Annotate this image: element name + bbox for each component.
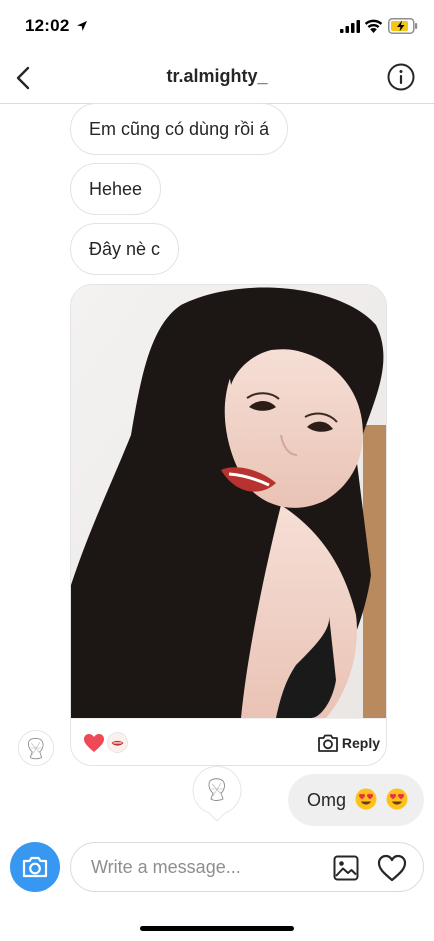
incoming-message[interactable]: Đây nè c [70,223,180,275]
status-bar: 12:02 [0,0,434,52]
camera-button[interactable] [10,842,60,892]
shared-photo[interactable] [71,285,387,718]
outgoing-message-text: Omg [307,790,347,810]
sender-avatar[interactable] [18,730,54,766]
reply-label: Reply [341,735,380,751]
seen-by-avatar [192,766,242,822]
reactor-avatar[interactable] [107,732,128,753]
heart-icon[interactable] [83,733,105,753]
heart-eyes-emoji [355,788,377,810]
incoming-message[interactable]: Hehee [70,163,162,215]
incoming-message[interactable]: Em cũng có dùng rồi á [70,103,289,155]
reply-button[interactable]: Reply [317,731,380,755]
home-indicator[interactable] [140,926,294,931]
info-icon[interactable] [387,63,415,91]
heart-eyes-emoji [386,788,408,810]
camera-icon [317,734,338,752]
camera-icon [22,856,48,878]
heart-outline-icon[interactable] [377,854,407,882]
battery-charging-icon [388,18,418,34]
signal-icon [340,20,360,33]
message-composer [70,842,424,892]
status-time: 12:02 [25,16,70,35]
outgoing-message[interactable]: Omg [288,774,424,826]
wifi-icon [364,19,383,33]
photo-footer: Reply [71,718,386,765]
chat-header: tr.almighty_ [0,52,434,104]
conversation-title[interactable]: tr.almighty_ [0,66,434,87]
message-input[interactable] [91,843,311,891]
location-arrow-icon [77,21,87,31]
photo-message[interactable]: Reply [70,284,387,766]
image-icon[interactable] [333,855,359,881]
